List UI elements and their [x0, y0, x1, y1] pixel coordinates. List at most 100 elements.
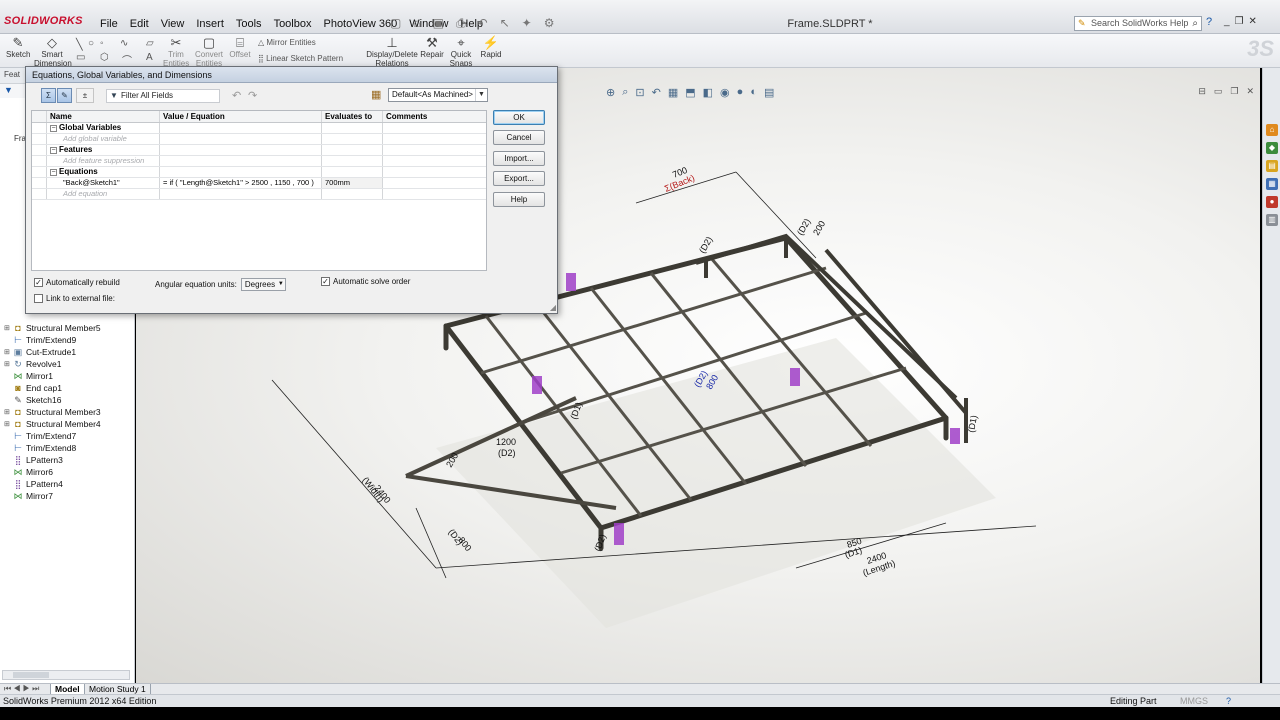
close-icon[interactable]: ✕ [1249, 16, 1257, 27]
equation-value-cell[interactable]: = if ( "Length@Sketch1" > 2500 , 1150 , … [160, 178, 322, 188]
viewport-minimize-icon[interactable]: ▭ [1214, 86, 1223, 97]
equation-name-cell[interactable]: "Back@Sketch1" [47, 178, 160, 188]
tree-item[interactable]: ⊢ Trim/Extend8 [4, 442, 76, 454]
menu-edit[interactable]: Edit [124, 18, 155, 30]
custom-properties-icon[interactable]: ▥ [1266, 214, 1278, 226]
angular-units-select[interactable]: Degrees ▼ [240, 278, 286, 291]
configuration-select[interactable]: Default<As Machined> ▼ [388, 88, 488, 102]
filter-icon[interactable]: ▼ [4, 85, 13, 95]
menu-tools[interactable]: Tools [230, 18, 268, 30]
menu-toolbox[interactable]: Toolbox [268, 18, 318, 30]
circle-icon[interactable]: ○ [88, 38, 94, 49]
equation-comment-cell[interactable] [383, 178, 486, 188]
menu-view[interactable]: View [155, 18, 191, 30]
tree-item[interactable]: ✎ Sketch16 [4, 394, 61, 406]
viewport-tile-icon[interactable]: ⊟ [1198, 86, 1206, 97]
resources-icon[interactable]: ⌂ [1266, 124, 1278, 136]
section-global-variables[interactable]: − Global Variables [32, 123, 486, 134]
app-logo[interactable]: SOLIDWORKS [4, 15, 83, 27]
scene-icon[interactable]: ◐ [750, 86, 757, 99]
undo-icon[interactable]: ↶ [478, 16, 488, 31]
feature-tab-label[interactable]: Feat [4, 70, 20, 79]
tree-item[interactable]: ⋈ Mirror7 [4, 490, 53, 502]
open-icon[interactable]: ⌂ [413, 16, 420, 31]
sketch-button[interactable]: ✎ Sketch [6, 36, 30, 60]
print-icon[interactable]: ⎙ [456, 16, 466, 31]
section-features[interactable]: − Features [32, 145, 486, 156]
export-button[interactable]: Export... [493, 171, 545, 186]
viewport-restore-icon[interactable]: ❐ [1230, 86, 1238, 97]
filter-all-fields-input[interactable]: ▼ Filter All Fields [106, 89, 220, 103]
expand-icon[interactable]: ⊞ [4, 324, 12, 332]
status-help-icon[interactable]: ? [1226, 696, 1231, 706]
help-icon[interactable]: ? [1206, 16, 1212, 28]
smart-dimension-button[interactable]: ◇ Smart Dimension [34, 36, 72, 69]
tree-item[interactable]: ⊞ ▣ Cut-Extrude1 [4, 346, 76, 358]
auto-rebuild-checkbox[interactable]: ✓ Automatically rebuild [34, 278, 120, 287]
expand-icon[interactable]: ⊞ [4, 348, 12, 356]
text-icon[interactable]: A [146, 52, 153, 63]
line-icon[interactable]: ╲ [76, 38, 83, 51]
save-icon[interactable]: ▣ [433, 16, 444, 31]
offset-button[interactable]: ⌸ Offset [228, 36, 252, 60]
viewport-close-icon[interactable]: ✕ [1246, 86, 1254, 97]
previous-view-icon[interactable]: ↶ [652, 86, 661, 99]
add-global-variable-row[interactable]: Add global variable [32, 134, 486, 145]
link-external-checkbox[interactable]: Link to external file: [34, 294, 115, 303]
restore-icon[interactable]: ❐ [1235, 16, 1244, 27]
rapid-sketch-button[interactable]: ⚡ Rapid [478, 36, 504, 60]
appearances-icon[interactable]: ● [1266, 196, 1278, 208]
zoom-area-icon[interactable]: ⊡ [635, 86, 644, 99]
hide-show-icon[interactable]: ◉ [720, 86, 730, 99]
linear-sketch-pattern-button[interactable]: ⣿ Linear Sketch Pattern [258, 54, 343, 63]
help-button[interactable]: Help [493, 192, 545, 207]
horizontal-scrollbar[interactable] [2, 670, 130, 680]
trim-entities-button[interactable]: ✂ Trim Entities [163, 36, 189, 69]
zoom-to-fit-icon[interactable]: ⌕ [622, 86, 628, 99]
view-palette-icon[interactable]: ▦ [1266, 178, 1278, 190]
appearance-icon[interactable]: ● [737, 86, 744, 99]
point-icon[interactable]: ◦ [100, 38, 104, 49]
view-orientation-cube-icon[interactable]: ⬒ [685, 86, 695, 99]
tree-item[interactable]: ⊞ ↻ Revolve1 [4, 358, 61, 370]
rebuild-icon[interactable]: ✦ [522, 16, 532, 31]
spline-icon[interactable]: ∿ [120, 38, 128, 49]
ordered-view-button[interactable]: ± [76, 88, 94, 103]
section-equations[interactable]: − Equations [32, 167, 486, 178]
display-style-icon[interactable]: ◧ [703, 86, 713, 99]
search-icon[interactable]: ⌕ [1192, 17, 1198, 30]
design-library-icon[interactable]: ◆ [1266, 142, 1278, 154]
expand-icon[interactable]: ⊞ [4, 408, 12, 416]
mirror-entities-button[interactable]: △ Mirror Entities [258, 38, 316, 47]
section-view-icon[interactable]: ▦ [668, 86, 678, 99]
repair-button[interactable]: ⚒ Repair [420, 36, 444, 60]
options-icon[interactable]: ⚙ [544, 16, 555, 31]
redo-icon[interactable]: ↷ [248, 89, 257, 102]
plane-icon[interactable]: ▱ [146, 38, 154, 49]
equation-view-button[interactable]: Σ [41, 88, 56, 103]
file-explorer-icon[interactable]: ▤ [1266, 160, 1278, 172]
minimize-icon[interactable]: _ [1224, 16, 1230, 27]
rectangle-icon[interactable]: ▭ [76, 52, 85, 63]
help-search-input[interactable]: ✎ Search SolidWorks Help ⌕ [1074, 16, 1202, 31]
tree-item[interactable]: ⋈ Mirror6 [4, 466, 53, 478]
tree-item[interactable]: ⊞ ◘ Structural Member3 [4, 406, 101, 418]
quick-snaps-button[interactable]: ⌖ Quick Snaps [448, 36, 474, 69]
menu-insert[interactable]: Insert [190, 18, 230, 30]
tree-item[interactable]: ⊞ ◘ Structural Member5 [4, 322, 101, 334]
select-icon[interactable]: ↖ [500, 16, 510, 31]
view-orientation-icon[interactable]: ⊕ [606, 86, 615, 99]
add-feature-suppression-row[interactable]: Add feature suppression [32, 156, 486, 167]
tree-item[interactable]: ◙ End cap1 [4, 382, 62, 394]
resize-grip-icon[interactable]: ◢ [550, 303, 556, 312]
undo-icon[interactable]: ↶ [232, 89, 241, 102]
table-row[interactable]: "Back@Sketch1" = if ( "Length@Sketch1" >… [32, 178, 486, 189]
display-delete-relations-button[interactable]: ⊥ Display/Delete Relations [366, 36, 418, 69]
import-button[interactable]: Import... [493, 151, 545, 166]
polygon-icon[interactable]: ⬡ [100, 52, 109, 63]
expand-icon[interactable]: ⊞ [4, 420, 12, 428]
view-settings-icon[interactable]: ▤ [764, 86, 774, 99]
tree-item[interactable]: ⊢ Trim/Extend7 [4, 430, 76, 442]
cancel-button[interactable]: Cancel [493, 130, 545, 145]
expand-icon[interactable]: ⊞ [4, 360, 12, 368]
